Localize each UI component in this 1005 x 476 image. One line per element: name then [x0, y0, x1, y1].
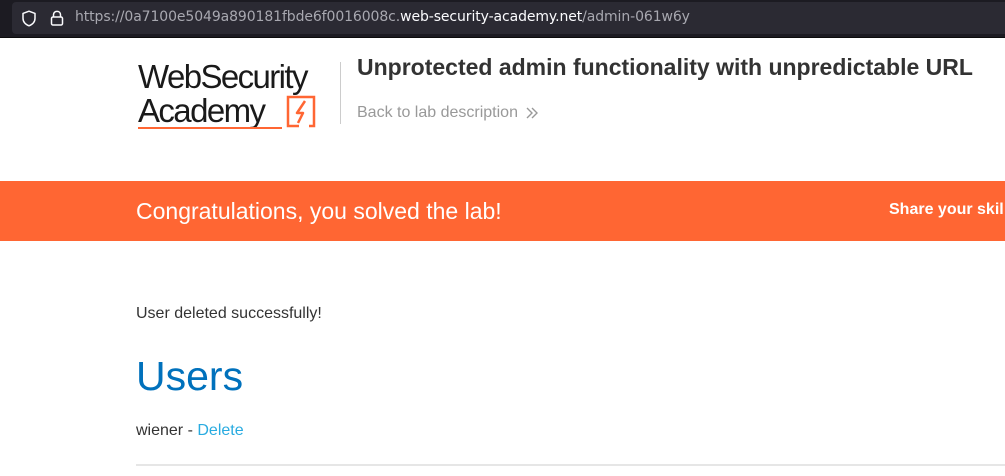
lab-title: Unprotected admin functionality with unp… [357, 54, 973, 80]
username: wiener [136, 422, 184, 439]
double-chevron-right-icon [526, 107, 538, 119]
url-host: web-security-academy.net [400, 9, 583, 25]
solved-message: Congratulations, you solved the lab! [136, 198, 502, 224]
url-path: /admin-061w6y [582, 9, 690, 25]
shield-icon[interactable] [21, 10, 37, 27]
header-divider [340, 62, 341, 124]
delete-user-link[interactable]: Delete [197, 422, 243, 439]
users-heading: Users [136, 353, 244, 399]
user-row: wiener - Delete [136, 422, 244, 440]
share-skills-link[interactable]: Share your skil [889, 201, 1004, 219]
back-link-label: Back to lab description [357, 104, 518, 121]
content-divider [136, 464, 1005, 466]
user-separator: - [183, 422, 198, 439]
status-message: User deleted successfully! [136, 305, 322, 322]
logo-line1: WebSecurity [138, 58, 308, 95]
lightning-bolt-icon [286, 95, 316, 128]
lock-icon[interactable] [50, 10, 64, 26]
logo-underline [138, 127, 282, 129]
web-security-academy-logo[interactable]: WebSecurity Academy [138, 58, 338, 132]
browser-url-bar: https://0a7100e5049a890181fbde6f0016008c… [0, 0, 1005, 38]
url-text[interactable]: https://0a7100e5049a890181fbde6f0016008c… [75, 9, 690, 25]
logo-line2: Academy [138, 92, 266, 129]
url-prefix: https://0a7100e5049a890181fbde6f0016008c… [75, 9, 401, 25]
solved-banner: Congratulations, you solved the lab! Sha… [0, 181, 1005, 241]
back-to-lab-link[interactable]: Back to lab description [357, 104, 539, 122]
